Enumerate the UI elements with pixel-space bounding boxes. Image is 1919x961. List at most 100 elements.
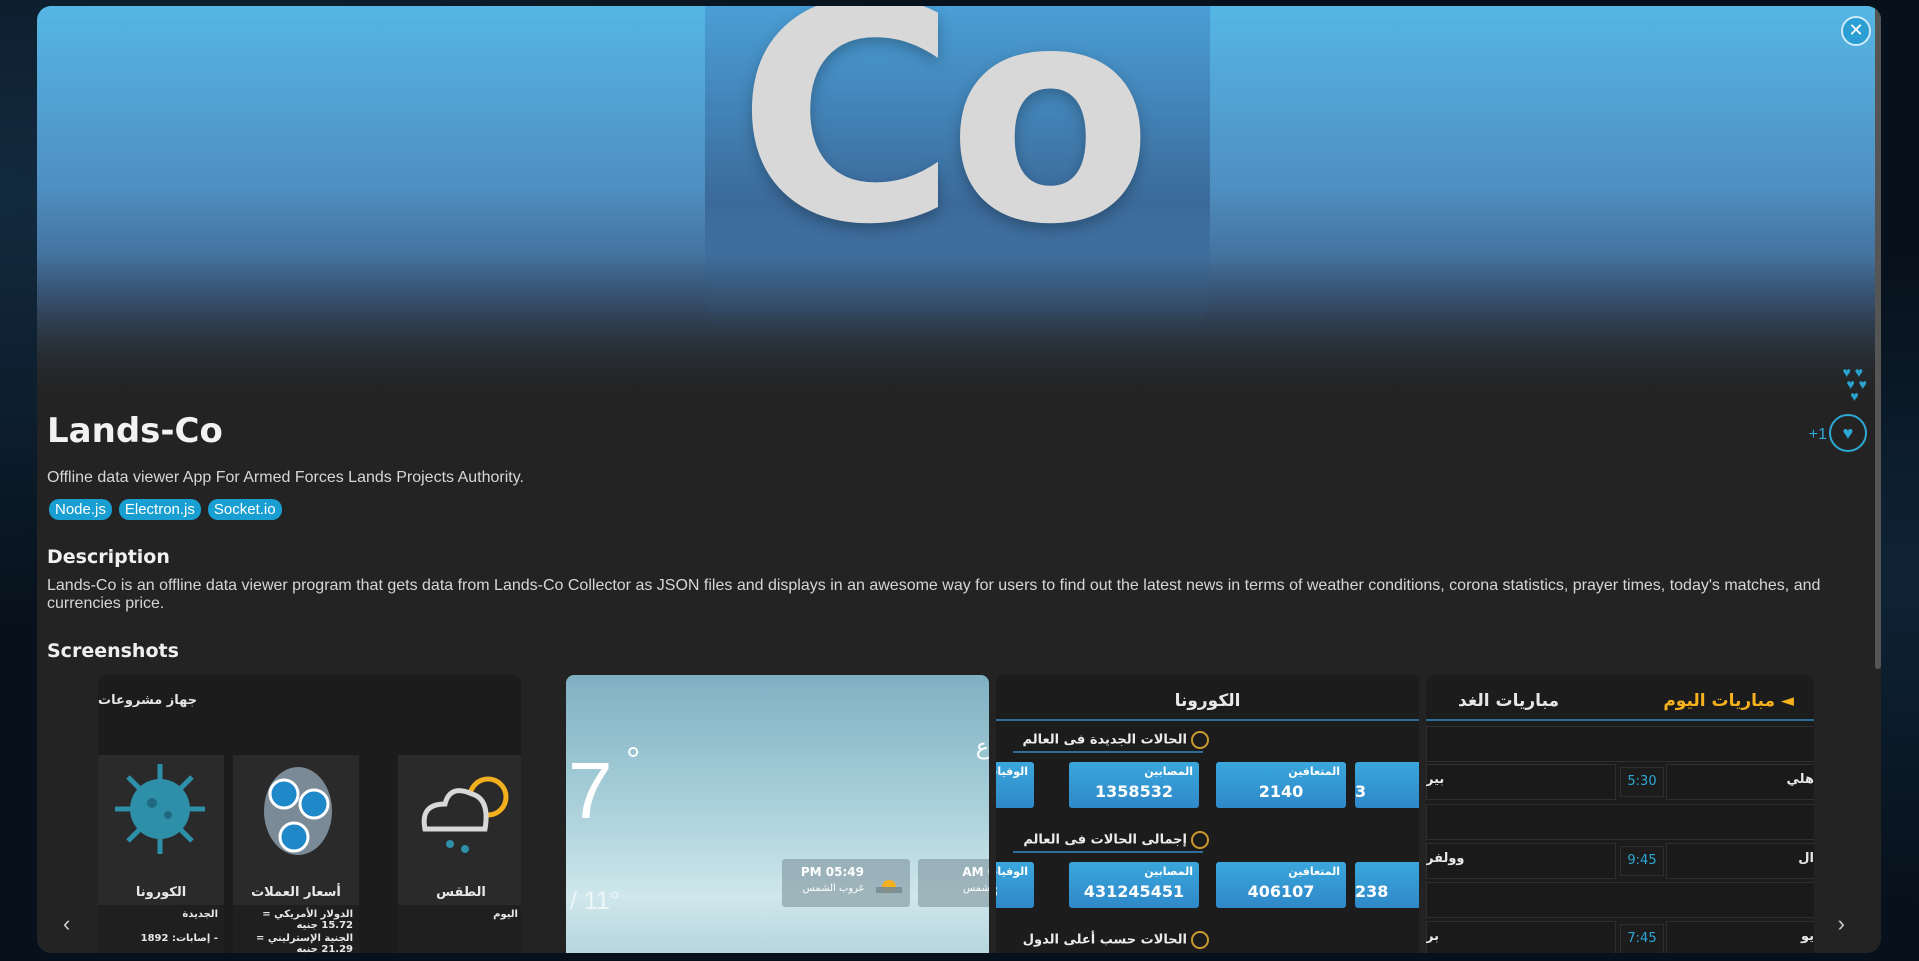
sunset-time: 05:49 PM: [800, 865, 864, 879]
card-label-corona: الكورونا: [135, 885, 187, 900]
corona-section-total: إجمالى الحالات فى العالم: [1023, 831, 1209, 849]
cloud-rain-sun-icon: [421, 776, 509, 853]
floating-hearts-icon: ♥ ♥ ♥ ♥ ♥: [1842, 364, 1867, 404]
sunset-box: 05:49 PM غروب الشمس: [782, 859, 910, 907]
total-infected-box: المصابين 431245451: [1069, 862, 1199, 908]
stat-value: 3: [1355, 782, 1367, 801]
modal-scrollbar[interactable]: [1875, 6, 1881, 669]
match-row: 9:45 ال وولفر: [1426, 843, 1814, 879]
sunset-label: غروب الشمس: [802, 883, 864, 894]
screenshots-gallery: جهاز مشروعات الكورونا الجديدة - إصابات: …: [98, 675, 1814, 953]
match-away-team: بير: [1426, 772, 1445, 787]
dashboard-header: جهاز مشروعات: [98, 693, 198, 708]
project-title: Lands-Co: [47, 411, 223, 451]
corona-title-line: [996, 719, 1419, 721]
card-weather: الطقس اليوم: [398, 755, 521, 953]
stat-value: 1358532: [1095, 782, 1173, 801]
like-button[interactable]: ♥: [1829, 414, 1867, 452]
match-row: 5:30 هلي بير: [1426, 764, 1814, 800]
stat-label: الوفيات: [996, 865, 1028, 878]
description-heading: Description: [47, 546, 170, 568]
corona-sub-title: الجديدة: [182, 909, 218, 920]
card-label-weather: الطقس: [436, 885, 486, 900]
weather-edge-text: ع: [975, 735, 989, 760]
currency-line-1: الدولار الأمريكي = 15.72 جنيه: [262, 909, 353, 931]
match-row: 7:45 يو بر: [1426, 921, 1814, 953]
screenshot-weather[interactable]: 7 ° / 11° ع 05:49 PM غروب الشمس 06:26 AM…: [566, 675, 989, 953]
stat-value: 2668: [996, 882, 1034, 901]
new-extra-box: 3: [1355, 762, 1419, 808]
match-time: 7:45: [1620, 924, 1664, 953]
match-home-team: هلي: [1786, 772, 1814, 787]
stat-value: 431245451: [1083, 882, 1185, 901]
sunrise-time: 06:26 AM: [962, 865, 989, 879]
like-widget: ♥ ♥ ♥ ♥ ♥ +1 ♥: [1787, 364, 1867, 456]
match-time: 9:45: [1620, 846, 1664, 876]
tag-electronjs: Electron.js: [118, 499, 201, 520]
chevron-right-icon: ›: [1837, 911, 1845, 936]
heart-icon: ♥: [1842, 423, 1854, 443]
match-spacer-row: [1426, 882, 1814, 918]
match-home-team: ال: [1798, 851, 1814, 866]
stat-value: 238: [1355, 882, 1389, 901]
chevron-left-icon: ‹: [63, 911, 71, 936]
sunrise-label: شروق الشمس: [963, 883, 989, 894]
tag-socketio: Socket.io: [207, 499, 282, 520]
match-away-team: بر: [1426, 929, 1439, 944]
total-extra-box: 238: [1355, 862, 1419, 908]
match-time: 5:30: [1620, 767, 1664, 797]
match-away-team: وولفر: [1426, 851, 1465, 866]
stat-label: المصابين: [1144, 765, 1193, 778]
total-deaths-box: الوفيات 2668: [996, 862, 1034, 908]
project-modal: Co ✕ Lands-Co ♥ ♥ ♥ ♥ ♥ +1 ♥ Offline dat…: [37, 6, 1881, 953]
hero-fade: [37, 256, 1881, 406]
matches-title-line: [1426, 719, 1814, 721]
corona-section-new: الحالات الجديدة فى العالم: [1023, 731, 1209, 749]
globe-icon: [1191, 731, 1209, 749]
section-line: [1013, 851, 1203, 853]
tomorrow-matches-heading: مباريات الغد: [1458, 691, 1560, 711]
corona-sub-line: - إصابات: 1892: [140, 933, 218, 944]
match-spacer-row: [1426, 726, 1814, 762]
gallery-prev-button[interactable]: ‹: [63, 911, 70, 937]
corona-section-countries: الحالات حسب أعلى الدول: [1023, 931, 1209, 949]
project-logo: Co: [737, 6, 1153, 290]
gallery-next-button[interactable]: ›: [1838, 911, 1845, 937]
sunrise-box: 06:26 AM شروق الشمس: [918, 859, 989, 907]
corona-title: الكورونا: [1174, 691, 1241, 711]
project-subtitle: Offline data viewer App For Armed Forces…: [47, 469, 524, 486]
today-matches-heading: ◄ مباريات اليوم: [1663, 691, 1794, 711]
tag-nodejs: Node.js: [49, 499, 112, 520]
globe-icon: [1191, 831, 1209, 849]
stat-value: 615: [996, 782, 1034, 801]
weather-temp: 7: [568, 746, 613, 835]
card-label-currency: أسعار العملات: [251, 885, 341, 900]
globe-icon: [1191, 931, 1209, 949]
screenshot-matches[interactable]: ◄ مباريات اليوم مباريات الغد 5:30 هلي بي…: [1426, 675, 1814, 953]
screenshots-heading: Screenshots: [47, 640, 179, 662]
stat-label: المصابين: [1144, 865, 1193, 878]
screenshot-dashboard[interactable]: جهاز مشروعات الكورونا الجديدة - إصابات: …: [98, 675, 521, 953]
virus-icon: [115, 764, 205, 854]
close-button[interactable]: ✕: [1841, 16, 1871, 46]
card-corona: الكورونا الجديدة - إصابات: 1892: [98, 755, 224, 953]
currency-sub-panel: الدولار الأمريكي = 15.72 جنيه الجنية الإ…: [233, 905, 359, 953]
hero-banner: Co: [37, 6, 1881, 406]
new-deaths-box: الوفيات 615: [996, 762, 1034, 808]
weather-low: / 11°: [570, 887, 620, 915]
triangle-left-icon: ◄: [1775, 691, 1794, 711]
currency-line-2: الجنية الإسترليني = 21.29 جنيه: [255, 933, 353, 953]
stat-label: الوفيات: [996, 765, 1028, 778]
weather-sub-title: اليوم: [493, 909, 518, 920]
screenshot-corona[interactable]: الكورونا الحالات الجديدة فى العالم الوفي…: [996, 675, 1419, 953]
description-text: Lands-Co is an offline data viewer progr…: [47, 577, 1821, 612]
coins-icon: [264, 767, 332, 855]
weather-sub-panel: اليوم: [398, 905, 521, 953]
section-line: [1013, 751, 1203, 753]
weather-degree: °: [626, 739, 641, 780]
stat-label: المتعافين: [1288, 865, 1340, 878]
new-infected-box: المصابين 1358532: [1069, 762, 1199, 808]
close-icon: ✕: [1848, 20, 1864, 40]
match-home-team: يو: [1800, 929, 1814, 944]
match-spacer-row: [1426, 804, 1814, 840]
